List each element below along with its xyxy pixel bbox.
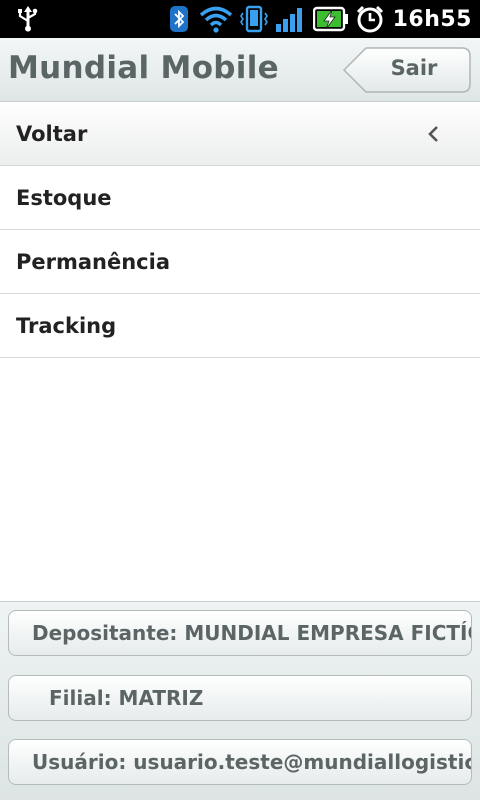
signal-icon — [275, 8, 302, 32]
info-footer: Depositante: MUNDIAL EMPRESA FICTÍCIA Fi… — [0, 601, 480, 800]
status-time: 16h55 — [392, 6, 472, 32]
status-bar: 16h55 — [0, 0, 480, 38]
alarm-icon — [356, 5, 383, 33]
bluetooth-icon — [169, 6, 188, 32]
menu-item-tracking[interactable]: Tracking — [0, 294, 480, 358]
usb-icon — [18, 6, 38, 32]
wifi-icon — [199, 6, 232, 33]
menu-item-label: Estoque — [16, 186, 112, 210]
menu-item-estoque[interactable]: Estoque — [0, 166, 480, 230]
battery-charging-icon — [312, 6, 348, 32]
menu-list: Voltar Estoque Permanência Tracking — [0, 102, 480, 358]
filial-info: Filial: MATRIZ — [8, 675, 472, 721]
vibrate-icon — [239, 5, 268, 33]
menu-item-permanencia[interactable]: Permanência — [0, 230, 480, 294]
app-title: Mundial Mobile — [8, 50, 279, 86]
usuario-info: Usuário: usuario.teste@mundiallogistics — [8, 739, 472, 785]
menu-item-voltar[interactable]: Voltar — [0, 102, 480, 166]
sair-button[interactable]: Sair — [342, 46, 472, 94]
depositante-info: Depositante: MUNDIAL EMPRESA FICTÍCIA — [8, 610, 472, 656]
sair-button-label: Sair — [390, 56, 438, 80]
menu-item-label: Voltar — [16, 122, 88, 146]
menu-item-label: Permanência — [16, 250, 171, 274]
menu-item-label: Tracking — [16, 314, 117, 338]
chevron-left-icon — [428, 126, 438, 142]
app-header: Mundial Mobile Sair — [0, 38, 480, 102]
